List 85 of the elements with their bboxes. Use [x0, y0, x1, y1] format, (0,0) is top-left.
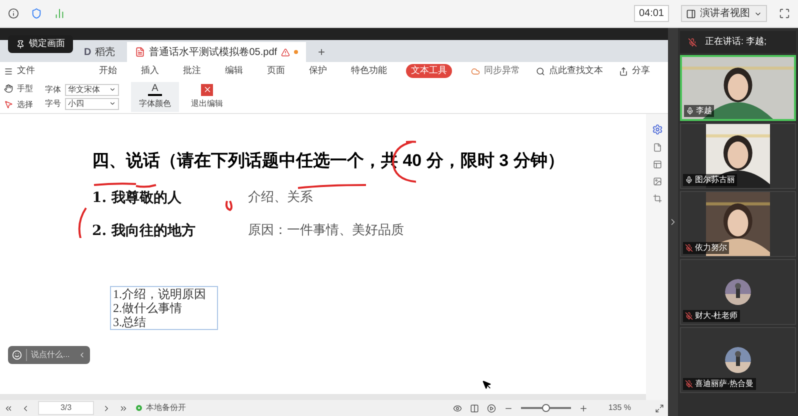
- chat-placeholder: 说点什么...: [26, 349, 74, 361]
- document-tab[interactable]: D 稻壳: [76, 42, 124, 62]
- pdf-file-icon: [135, 47, 146, 57]
- info-icon[interactable]: [8, 8, 19, 19]
- lock-screen-button[interactable]: 锁定画面: [8, 35, 73, 53]
- text-box-line: 1.介绍，说明原因: [113, 286, 207, 300]
- speaking-text: 正在讲话: 李越;: [705, 35, 767, 48]
- hand-tool[interactable]: 手型: [4, 82, 33, 94]
- first-page-icon[interactable]: [4, 404, 13, 412]
- layout-icon: [686, 8, 696, 18]
- participant-name: 喜迪丽萨·热合曼: [695, 378, 754, 390]
- participant-name: 图尔荪古丽: [695, 174, 735, 186]
- page-view-icon[interactable]: [470, 404, 480, 412]
- shield-icon[interactable]: [31, 8, 42, 19]
- eye-icon[interactable]: [453, 404, 462, 412]
- prev-page-icon[interactable]: [21, 404, 30, 412]
- menu-tab[interactable]: 编辑: [220, 64, 248, 78]
- pointer-icon: [4, 100, 13, 109]
- text-box-line: 3.总结: [113, 314, 147, 328]
- new-tab-button[interactable]: +: [310, 42, 334, 62]
- share-button[interactable]: 分享: [619, 64, 650, 78]
- select-tool[interactable]: 选择: [4, 98, 33, 110]
- zoom-level: 135 %: [608, 402, 631, 414]
- fullscreen-icon[interactable]: [779, 8, 790, 19]
- menu-tab[interactable]: 特色功能: [346, 64, 392, 78]
- file-menu[interactable]: 文件: [4, 64, 35, 78]
- menu-tab[interactable]: 插入: [136, 64, 164, 78]
- exit-edit-button[interactable]: 退出编辑: [191, 84, 223, 110]
- video-tile[interactable]: 图尔荪古丽: [680, 123, 796, 189]
- view-dropdown[interactable]: 演讲者视图: [681, 5, 767, 22]
- font-color-button[interactable]: A 字体颜色: [131, 82, 179, 112]
- layout-icon[interactable]: [652, 160, 662, 169]
- size-dropdown[interactable]: 小四: [65, 98, 119, 110]
- menu-tab[interactable]: 文本工具: [406, 64, 452, 78]
- font-dropdown[interactable]: 华文宋体: [65, 84, 119, 96]
- signal-icon[interactable]: [54, 8, 65, 19]
- play-icon[interactable]: [487, 404, 496, 412]
- zoom-in-icon[interactable]: [579, 404, 588, 412]
- image-icon[interactable]: [652, 177, 662, 186]
- text-box-line: 2.做什么事情: [113, 300, 183, 314]
- video-tile[interactable]: 依力努尔: [680, 191, 796, 257]
- menu-tab[interactable]: 开始: [94, 64, 122, 78]
- topic-note: 原因：一件事情、美好品质: [248, 222, 404, 240]
- backup-status[interactable]: 本地备份开: [136, 402, 186, 414]
- crop-icon[interactable]: [652, 194, 662, 203]
- fullscreen-icon[interactable]: [655, 404, 664, 412]
- pin-icon: [16, 40, 25, 48]
- participant-name: 依力努尔: [695, 242, 727, 254]
- topic-title: 1. 我尊敬的人: [92, 188, 182, 208]
- font-label: 字体: [45, 84, 61, 96]
- cloud-icon: [471, 66, 480, 76]
- topic-note: 介绍、关系: [248, 189, 313, 208]
- assistant-icon[interactable]: [652, 124, 662, 135]
- collapse-icon[interactable]: [78, 351, 86, 359]
- meeting-timer: 04:01: [634, 5, 669, 22]
- document-tab[interactable]: 普通话水平测试模拟卷05.pdf: [127, 42, 306, 62]
- mic-muted-icon: [688, 38, 697, 46]
- close-icon: [201, 84, 213, 96]
- share-icon: [619, 66, 628, 76]
- menu-tab[interactable]: 批注: [178, 64, 206, 78]
- search-icon: [536, 66, 545, 76]
- participant-name: 财大-杜老师: [695, 310, 738, 322]
- slider-thumb[interactable]: [542, 404, 550, 412]
- video-tile[interactable]: 李越: [680, 55, 796, 121]
- find-text-button[interactable]: 点此查找文本: [536, 64, 603, 78]
- page-icon[interactable]: [652, 143, 662, 152]
- page-field[interactable]: 3/3: [38, 401, 94, 415]
- chat-input[interactable]: 说点什么...: [8, 346, 90, 364]
- next-page-icon[interactable]: [102, 404, 111, 412]
- font-color-glyph: A: [148, 84, 162, 96]
- video-tile[interactable]: 财大-杜老师: [680, 259, 796, 325]
- last-page-icon[interactable]: [119, 404, 128, 412]
- menu-icon: [4, 66, 13, 76]
- menu-tab[interactable]: 页面: [262, 64, 290, 78]
- hand-icon: [4, 84, 13, 93]
- emoji-icon[interactable]: [12, 350, 22, 360]
- sync-status[interactable]: 同步异常: [471, 64, 520, 78]
- mouse-cursor-icon: [482, 380, 492, 390]
- topic-title: 2. 我向往的地方: [92, 222, 196, 240]
- video-tile[interactable]: 喜迪丽萨·热合曼: [680, 327, 796, 393]
- participant-name: 李越: [696, 105, 712, 117]
- size-label: 字号: [45, 98, 61, 110]
- text-box[interactable]: 1.介绍，说明原因 2.做什么事情 3.总结: [110, 286, 218, 330]
- menu-tab[interactable]: 保护: [304, 64, 332, 78]
- warning-icon: [281, 48, 290, 56]
